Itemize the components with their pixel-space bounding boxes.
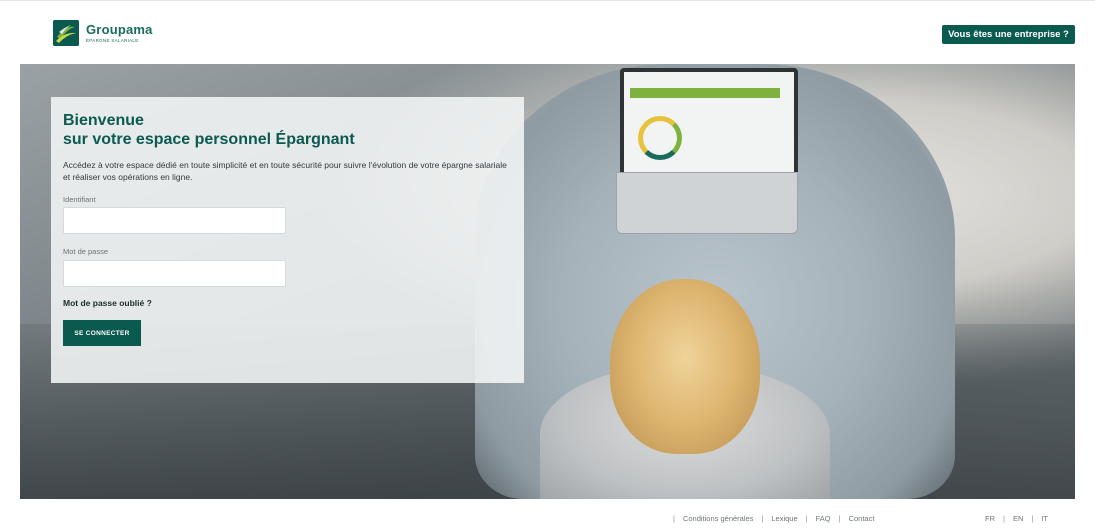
language-switcher: FR | EN | IT	[985, 514, 1048, 523]
footer-separator: |	[761, 514, 764, 523]
logo-subtitle: ÉPARGNE SALARIALE	[86, 38, 139, 43]
lang-separator: |	[1031, 514, 1034, 523]
footer-separator: |	[838, 514, 841, 523]
welcome-title: Bienvenue	[63, 112, 144, 129]
identifiant-label: Identifiant	[63, 195, 96, 204]
laptop-screen	[620, 68, 798, 180]
logo-name: Groupama	[86, 22, 153, 37]
groupama-logo[interactable]: Groupama ÉPARGNE SALARIALE	[53, 20, 153, 46]
laptop-keyboard	[616, 172, 798, 234]
forgot-password-link[interactable]: Mot de passe oublié ?	[63, 298, 152, 308]
footer-links: | Conditions générales | Lexique | FAQ |…	[665, 514, 874, 523]
site-footer: | Conditions générales | Lexique | FAQ |…	[0, 499, 1095, 530]
identifiant-input[interactable]	[63, 207, 286, 234]
password-input[interactable]	[63, 260, 286, 287]
lang-en[interactable]: EN	[1013, 514, 1023, 523]
site-header: Groupama ÉPARGNE SALARIALE Vous êtes une…	[0, 0, 1095, 65]
groupama-logo-icon	[53, 20, 79, 46]
connect-button[interactable]: SE CONNECTER	[63, 320, 141, 346]
footer-separator: |	[805, 514, 808, 523]
footer-link-conditions[interactable]: Conditions générales	[683, 514, 753, 523]
lang-it[interactable]: IT	[1041, 514, 1048, 523]
laptop-banner	[630, 88, 780, 98]
footer-link-faq[interactable]: FAQ	[816, 514, 831, 523]
enterprise-button[interactable]: Vous êtes une entreprise ?	[942, 25, 1075, 44]
lang-separator: |	[1003, 514, 1005, 523]
password-label: Mot de passe	[63, 247, 109, 256]
footer-link-contact[interactable]: Contact	[849, 514, 875, 523]
welcome-subtitle: sur votre espace personnel Épargnant	[63, 131, 355, 148]
login-panel: Bienvenue sur votre espace personnel Épa…	[51, 97, 524, 383]
footer-link-lexique[interactable]: Lexique	[771, 514, 797, 523]
laptop-donut-chart	[638, 116, 682, 160]
lang-fr[interactable]: FR	[985, 514, 995, 523]
footer-separator: |	[673, 514, 675, 523]
person-head	[610, 279, 760, 454]
intro-text: Accédez à votre espace dédié en toute si…	[63, 160, 507, 182]
